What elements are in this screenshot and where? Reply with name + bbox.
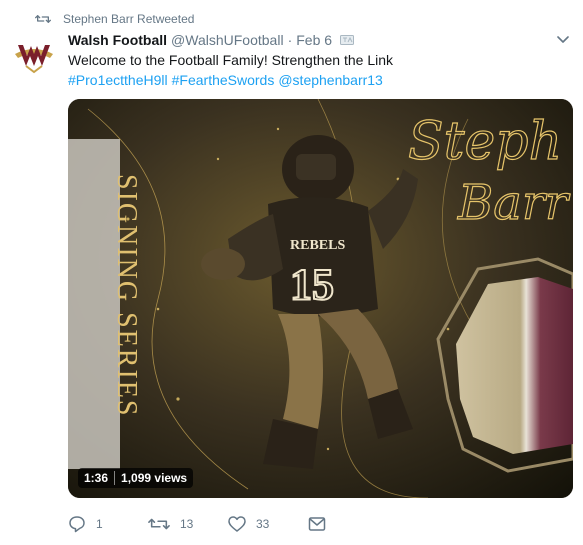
card-script-line1: Steph <box>408 112 562 172</box>
tweet-date[interactable]: Feb 6 <box>296 32 332 48</box>
tweet-text: Welcome to the Football Family! Strength… <box>68 50 571 90</box>
video-info-badge: 1:36 1,099 views <box>78 468 194 488</box>
jersey-number: 15 <box>290 260 334 309</box>
jersey-team: REBELS <box>290 238 345 253</box>
tweet-header: Walsh Football @WalshUFootball · Feb 6 <box>68 30 543 50</box>
card-script-line2: Barr <box>457 175 571 231</box>
video-views: 1,099 views <box>121 471 188 485</box>
tweet-body: Welcome to the Football Family! Strength… <box>68 52 394 68</box>
hashtag-link[interactable]: #Pro1ecttheH9ll <box>68 72 168 88</box>
reply-count: 1 <box>96 517 103 531</box>
like-count: 33 <box>256 517 270 531</box>
video-player[interactable]: SIGNING SERIES Steph Barr REBELS 15 1:36… <box>68 99 573 498</box>
separator-dot: · <box>287 32 293 48</box>
retweet-count: 13 <box>180 517 194 531</box>
hashtag-link[interactable]: #FeartheSwords <box>172 72 275 88</box>
avatar[interactable] <box>12 36 56 76</box>
heart-icon <box>228 516 246 532</box>
badge-divider <box>114 471 116 485</box>
card-vertical-text: SIGNING SERIES <box>111 174 142 417</box>
retweeted-by-label[interactable]: Stephen Barr Retweeted <box>63 12 194 26</box>
retweet-context: Stephen Barr Retweeted <box>35 10 194 28</box>
direct-message-button[interactable] <box>308 516 326 532</box>
retweet-button[interactable]: 13 <box>148 516 228 532</box>
hashtag-line: #Pro1ecttheH9ll #FeartheSwords @stephenbar… <box>68 70 571 90</box>
reply-button[interactable]: 1 <box>68 515 148 533</box>
author-handle[interactable]: @WalshUFootball <box>171 32 284 48</box>
translate-icon <box>340 35 355 45</box>
retweet-icon <box>148 518 170 530</box>
video-duration: 1:36 <box>84 471 109 485</box>
envelope-icon <box>308 517 326 531</box>
video-frame: SIGNING SERIES Steph Barr REBELS 15 <box>68 99 573 498</box>
retweet-icon <box>35 15 51 23</box>
mention-link[interactable]: @stephenbarr13 <box>278 72 383 88</box>
like-button[interactable]: 33 <box>228 516 308 532</box>
reply-icon <box>69 516 85 533</box>
author-name[interactable]: Walsh Football <box>68 32 167 48</box>
tweet-actions: 1 13 33 <box>68 512 326 536</box>
chevron-down-icon[interactable] <box>557 36 569 44</box>
